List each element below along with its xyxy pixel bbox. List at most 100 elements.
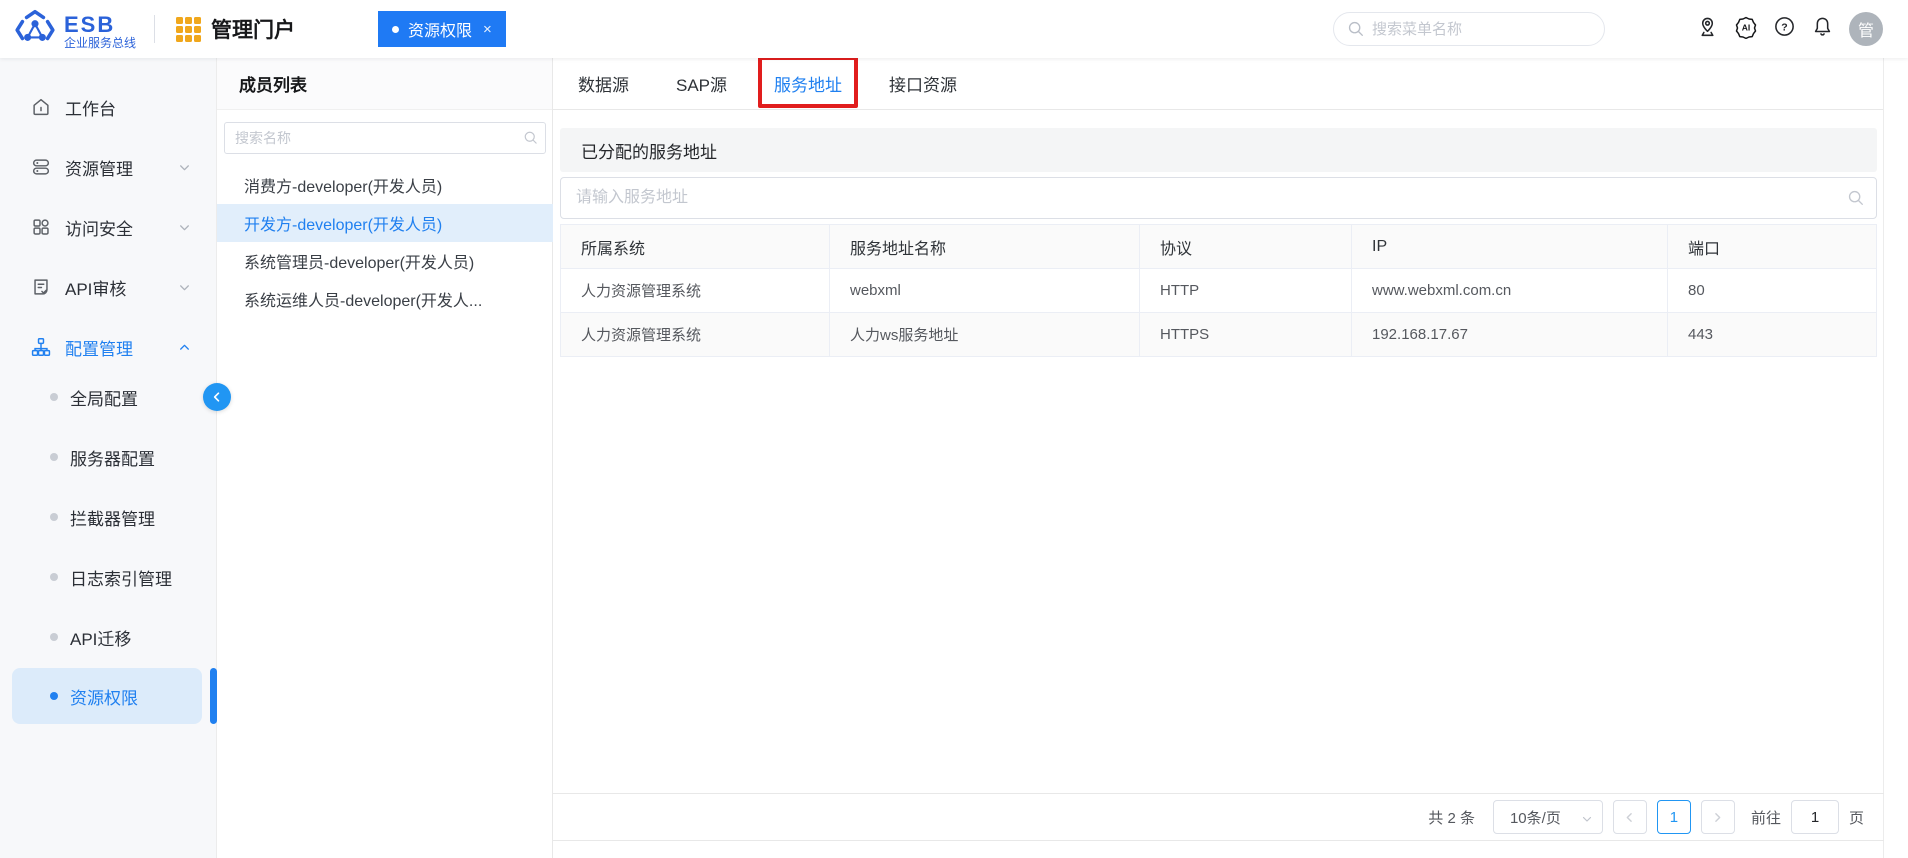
sidebar-subitem-server-config[interactable]: 服务器配置	[12, 429, 202, 485]
next-page-button[interactable]	[1701, 800, 1735, 834]
chevron-down-icon	[178, 281, 191, 299]
sidebar-subitem-label: 拦截器管理	[70, 505, 155, 530]
chevron-down-icon	[178, 221, 191, 239]
chevron-down-icon	[1581, 812, 1593, 829]
tab-interface-resource[interactable]: 接口资源	[889, 71, 957, 96]
section-title: 已分配的服务地址	[581, 138, 717, 163]
cell-system: 人力资源管理系统	[561, 313, 830, 357]
sidebar-subitem-global-config[interactable]: 全局配置	[12, 369, 202, 425]
member-list-item[interactable]: 系统运维人员-developer(开发人...	[217, 280, 553, 318]
cell-port: 443	[1668, 313, 1877, 357]
tab-service-address-label: 服务地址	[774, 76, 842, 95]
sidebar-subitem-label: API迁移	[70, 625, 131, 650]
menu-search	[1333, 12, 1605, 46]
tab-datasource[interactable]: 数据源	[578, 71, 629, 96]
help-icon[interactable]: ?	[1773, 15, 1796, 43]
member-list-item-selected[interactable]: 开发方-developer(开发人员)	[217, 204, 553, 242]
tab-label: 资源权限	[408, 17, 472, 41]
main-content: 数据源 SAP源 服务地址 接口资源 已分配的服务地址 所属系统 服务地址名称 …	[553, 58, 1884, 858]
esb-logo-icon	[14, 8, 56, 55]
tab-service-address[interactable]: 服务地址	[774, 71, 842, 96]
sitemap-icon	[30, 336, 52, 358]
top-bar: ESB 企业服务总线 管理门户 资源权限 ×	[0, 0, 1908, 58]
menu-search-input[interactable]	[1333, 12, 1605, 46]
page-size-select[interactable]: 10条/页	[1493, 800, 1603, 834]
sidebar-item-label: 配置管理	[65, 335, 133, 360]
chevron-down-icon	[178, 161, 191, 179]
doc-check-icon	[30, 276, 52, 298]
sidebar-nav: 工作台 资源管理	[0, 58, 217, 858]
service-address-table: 所属系统 服务地址名称 协议 IP 端口 人力资源管理系统 webxml HTT…	[560, 224, 1877, 357]
sidebar-item-api-review[interactable]: API审核	[0, 257, 217, 317]
bell-icon[interactable]	[1811, 15, 1834, 43]
col-header-address-name: 服务地址名称	[830, 225, 1140, 269]
table-row[interactable]: 人力资源管理系统 webxml HTTP www.webxml.com.cn 8…	[561, 269, 1877, 313]
pagination-total: 共 2 条	[1428, 807, 1475, 828]
member-panel-title: 成员列表	[239, 71, 307, 96]
cell-address-name: webxml	[830, 269, 1140, 313]
member-panel-header: 成员列表	[217, 58, 552, 110]
cell-protocol: HTTP	[1140, 269, 1352, 313]
active-item-indicator-bar	[210, 668, 217, 724]
sidebar-item-label: 资源管理	[65, 155, 133, 180]
goto-label: 前往	[1751, 807, 1781, 828]
pagination-bar: 共 2 条 10条/页 1 前往 页	[553, 793, 1884, 841]
service-address-search-input[interactable]	[560, 177, 1877, 219]
cell-protocol: HTTPS	[1140, 313, 1352, 357]
cell-port: 80	[1668, 269, 1877, 313]
table-row[interactable]: 人力资源管理系统 人力ws服务地址 HTTPS 192.168.17.67 44…	[561, 313, 1877, 357]
sidebar-subitem-resource-permission[interactable]: 资源权限	[12, 668, 202, 724]
esb-logo: ESB 企业服务总线	[14, 8, 136, 55]
resource-tab-bar: 数据源 SAP源 服务地址 接口资源	[553, 58, 1883, 110]
col-header-system: 所属系统	[561, 225, 830, 269]
ai-icon[interactable]: AI	[1734, 15, 1758, 44]
sidebar-item-workbench[interactable]: 工作台	[0, 77, 217, 137]
sidebar-item-config-mgmt[interactable]: 配置管理	[0, 317, 217, 377]
bullet-icon	[50, 453, 58, 461]
service-address-search	[560, 177, 1877, 219]
search-icon	[523, 130, 538, 150]
sidebar-subitem-interceptor-mgmt[interactable]: 拦截器管理	[12, 489, 202, 545]
member-search-input[interactable]	[224, 122, 546, 154]
apps-grid-icon	[176, 17, 201, 42]
search-icon	[1347, 20, 1364, 42]
svg-text:AI: AI	[1742, 22, 1751, 32]
app-root: ESB 企业服务总线 管理门户 资源权限 ×	[0, 0, 1908, 858]
home-icon	[30, 96, 52, 118]
col-header-ip: IP	[1352, 225, 1668, 269]
page-size-value: 10条/页	[1510, 807, 1561, 828]
sidebar-subitem-label: 服务器配置	[70, 445, 155, 470]
goto-page-input[interactable]	[1791, 800, 1839, 834]
avatar[interactable]: 管	[1849, 12, 1883, 46]
logo-title: ESB	[64, 14, 136, 36]
sidebar-item-access-security[interactable]: 访问安全	[0, 197, 217, 257]
table-header-row: 所属系统 服务地址名称 协议 IP 端口	[561, 225, 1877, 269]
logo-subtitle: 企业服务总线	[64, 36, 136, 50]
sidebar-item-label: 工作台	[65, 95, 116, 120]
svg-text:?: ?	[1781, 22, 1787, 34]
location-icon[interactable]	[1696, 15, 1719, 43]
member-list-item[interactable]: 系统管理员-developer(开发人员)	[217, 242, 553, 280]
page-number-button[interactable]: 1	[1657, 800, 1691, 834]
cell-system: 人力资源管理系统	[561, 269, 830, 313]
sidebar-item-label: 访问安全	[65, 215, 133, 240]
chevron-up-icon	[178, 341, 191, 359]
tab-active-dot	[392, 26, 399, 33]
bullet-icon	[50, 692, 58, 700]
bullet-icon	[50, 513, 58, 521]
resource-icon	[30, 156, 52, 178]
sidebar-subitem-label: 日志索引管理	[70, 565, 172, 590]
tab-close-icon[interactable]: ×	[483, 21, 492, 38]
sidebar-subitem-log-index-mgmt[interactable]: 日志索引管理	[12, 549, 202, 605]
tab-sap-source[interactable]: SAP源	[676, 71, 727, 96]
member-list: 消费方-developer(开发人员) 开发方-developer(开发人员) …	[217, 166, 553, 318]
open-page-tab[interactable]: 资源权限 ×	[378, 11, 506, 47]
sidebar-collapse-button[interactable]	[203, 383, 231, 411]
sidebar-item-resource-mgmt[interactable]: 资源管理	[0, 137, 217, 197]
portal-switcher[interactable]: 管理门户	[176, 14, 295, 44]
cell-ip: 192.168.17.67	[1352, 313, 1668, 357]
bullet-icon	[50, 573, 58, 581]
sidebar-subitem-api-migration[interactable]: API迁移	[12, 609, 202, 665]
prev-page-button[interactable]	[1613, 800, 1647, 834]
member-list-item[interactable]: 消费方-developer(开发人员)	[217, 166, 553, 204]
